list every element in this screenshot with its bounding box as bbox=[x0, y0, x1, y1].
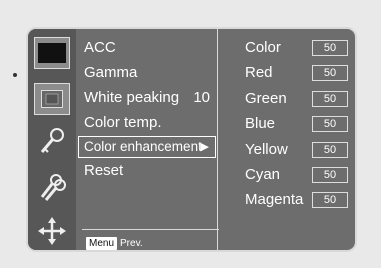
color-values-panel: Color 50 Red 50 Green 50 Blue 50 Yellow … bbox=[218, 29, 355, 250]
value-row-red[interactable]: Red 50 bbox=[218, 62, 355, 84]
value-label: Magenta bbox=[245, 191, 304, 208]
menu-item-gamma[interactable]: Gamma bbox=[80, 62, 216, 84]
value-box[interactable]: 50 bbox=[312, 192, 348, 208]
value-box[interactable]: 50 bbox=[312, 91, 348, 107]
menu-item-reset[interactable]: Reset bbox=[80, 160, 216, 182]
menu-item-label: White peaking bbox=[84, 89, 180, 106]
value-row-blue[interactable]: Blue 50 bbox=[218, 113, 355, 135]
value-row-yellow[interactable]: Yellow 50 bbox=[218, 139, 355, 161]
menu-item-color-temp[interactable]: Color temp. bbox=[80, 112, 216, 134]
osd-menu: ACC Gamma White peaking 10 Color temp. C… bbox=[26, 27, 357, 252]
value-label: Red bbox=[245, 64, 273, 81]
menu-item-label: ACC bbox=[84, 39, 116, 56]
value-label: Color bbox=[245, 39, 281, 56]
value-row-green[interactable]: Green 50 bbox=[218, 88, 355, 110]
menu-item-label: Color temp. bbox=[84, 114, 162, 131]
menu-item-acc[interactable]: ACC bbox=[80, 37, 216, 59]
value-box[interactable]: 50 bbox=[312, 40, 348, 56]
key-icon[interactable] bbox=[34, 125, 70, 157]
value-label: Yellow bbox=[245, 141, 288, 158]
value-row-cyan[interactable]: Cyan 50 bbox=[218, 164, 355, 186]
keys-icon[interactable] bbox=[34, 171, 70, 203]
screen-icon[interactable] bbox=[34, 83, 70, 115]
menu-key-button[interactable]: Menu bbox=[86, 237, 118, 250]
value-box[interactable]: 50 bbox=[312, 142, 348, 158]
footer-hint-text: Prev. bbox=[120, 238, 143, 249]
picture-icon[interactable] bbox=[34, 37, 70, 69]
footer-divider bbox=[82, 229, 219, 230]
value-row-magenta[interactable]: Magenta 50 bbox=[218, 189, 355, 211]
menu-item-label: Gamma bbox=[84, 64, 138, 81]
value-box[interactable]: 50 bbox=[312, 65, 348, 81]
value-row-color[interactable]: Color 50 bbox=[218, 37, 355, 59]
menu-item-color-enhancement[interactable]: Color enhancement ▶ bbox=[78, 136, 216, 158]
menu-item-label: Reset bbox=[84, 162, 124, 179]
value-label: Cyan bbox=[245, 166, 281, 183]
callout-dot bbox=[13, 73, 17, 77]
value-label: Blue bbox=[245, 115, 276, 132]
white-peaking-value: 10 bbox=[193, 89, 210, 106]
value-label: Green bbox=[245, 90, 287, 107]
submenu-arrow-icon: ▶ bbox=[200, 141, 209, 153]
move-arrows-icon[interactable] bbox=[34, 215, 70, 247]
icon-column bbox=[28, 29, 76, 250]
menu-item-label: Color enhancement bbox=[84, 139, 202, 154]
footer-hint: Menu Prev. bbox=[86, 237, 143, 250]
value-box[interactable]: 50 bbox=[312, 167, 348, 183]
menu-item-white-peaking[interactable]: White peaking 10 bbox=[80, 87, 216, 109]
value-box[interactable]: 50 bbox=[312, 116, 348, 132]
menu-list: ACC Gamma White peaking 10 Color temp. C… bbox=[76, 29, 218, 250]
